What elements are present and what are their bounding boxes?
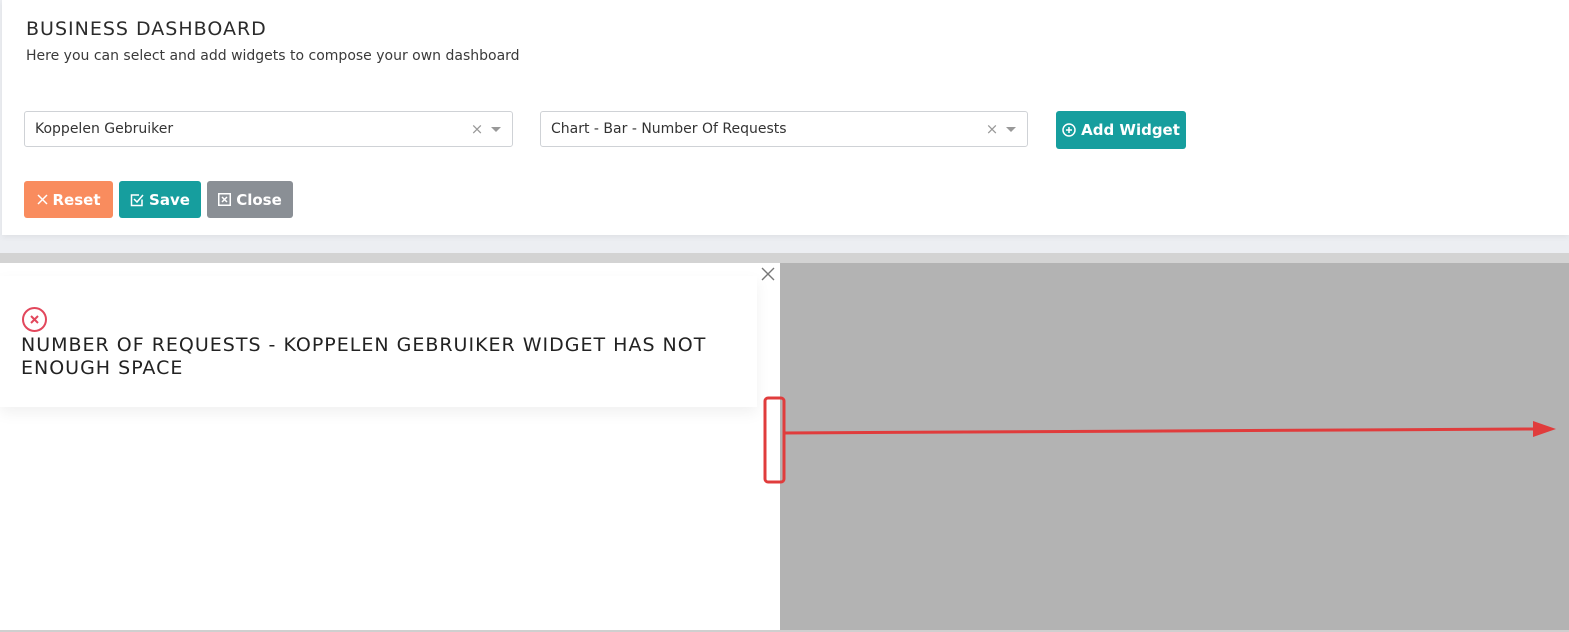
widget-type-select-value: Chart - Bar - Number Of Requests (551, 121, 787, 137)
save-label: Save (149, 190, 190, 209)
x-square-icon (218, 193, 232, 206)
clear-icon[interactable]: × (469, 120, 485, 138)
close-button[interactable]: Close (207, 181, 293, 218)
save-button[interactable]: Save (119, 181, 201, 218)
clear-icon[interactable]: × (984, 120, 1000, 138)
error-circle-icon (21, 306, 48, 333)
error-message: NUMBER OF REQUESTS - KOPPELEN GEBRUIKER … (21, 334, 707, 379)
x-icon (36, 194, 48, 205)
reset-label: Reset (52, 190, 101, 209)
widget-placeholder (780, 263, 1569, 632)
close-label: Close (236, 190, 282, 209)
section-divider (0, 253, 1569, 263)
plus-circle-icon (1062, 123, 1076, 137)
add-widget-label: Add Widget (1081, 121, 1180, 139)
checkbox-icon (130, 193, 144, 207)
chevron-down-icon[interactable] (1006, 126, 1016, 132)
add-widget-button[interactable]: Add Widget (1056, 111, 1186, 149)
chevron-down-icon[interactable] (491, 126, 501, 132)
source-select[interactable]: Koppelen Gebruiker × (24, 111, 513, 147)
widget-type-select[interactable]: Chart - Bar - Number Of Requests × (540, 111, 1028, 147)
close-icon[interactable] (760, 266, 776, 282)
page-subtitle: Here you can select and add widgets to c… (26, 48, 520, 64)
reset-button[interactable]: Reset (24, 181, 113, 218)
page-title: BUSINESS DASHBOARD (26, 18, 267, 40)
source-select-value: Koppelen Gebruiker (35, 121, 174, 137)
